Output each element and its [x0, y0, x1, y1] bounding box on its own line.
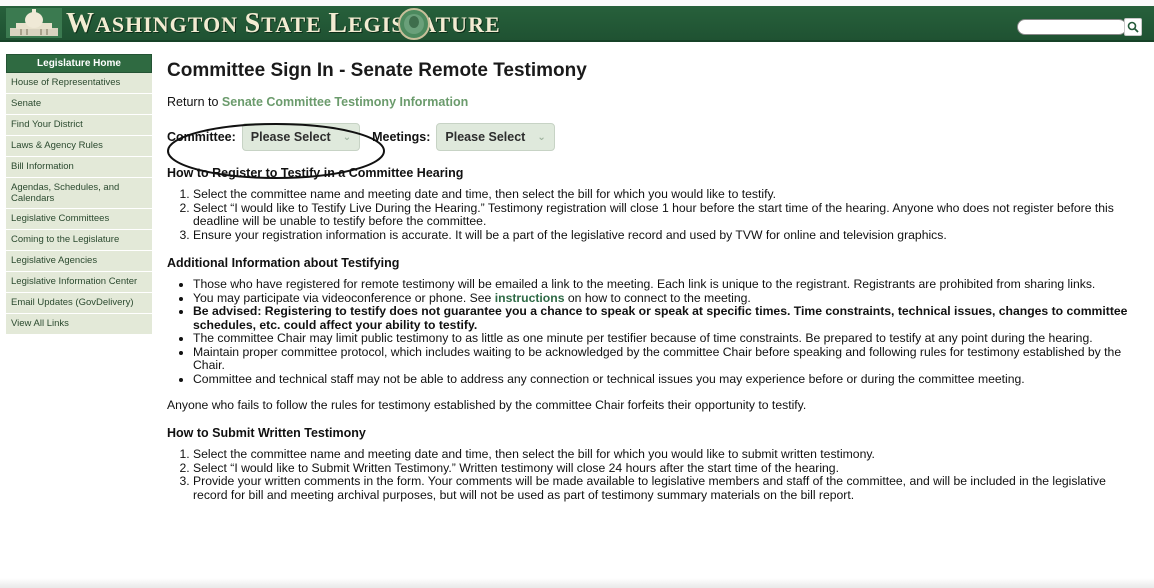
register-steps-list: Select the committee name and meeting da…: [167, 187, 1139, 243]
additional-item-2-suffix: on how to connect to the meeting.: [567, 290, 751, 305]
sidebar-nav: Legislature Home House of Representative…: [6, 54, 152, 335]
sidebar-item-bill-information[interactable]: Bill Information: [6, 157, 152, 178]
register-step: Ensure your registration information is …: [193, 228, 1139, 243]
sidebar-item-view-all-links[interactable]: View All Links: [6, 314, 152, 335]
site-title-tate: tate: [261, 12, 322, 37]
additional-item-advisory: Be advised: Registering to testify does …: [193, 304, 1139, 332]
site-title-l: L: [328, 8, 348, 39]
site-title-s: S: [244, 8, 262, 39]
additional-item-2-prefix: You may participate via videoconference …: [193, 290, 492, 305]
register-step: Select “I would like to Testify Live Dur…: [193, 201, 1139, 229]
additional-item: Committee and technical staff may not be…: [193, 372, 1139, 387]
additional-item: Maintain proper committee protocol, whic…: [193, 345, 1139, 373]
site-title-w: W: [66, 8, 95, 39]
sidebar-item-agencies[interactable]: Legislative Agencies: [6, 251, 152, 272]
written-heading: How to Submit Written Testimony: [167, 426, 366, 440]
sidebar-item-senate[interactable]: Senate: [6, 94, 152, 115]
additional-item: Those who have registered for remote tes…: [193, 277, 1139, 292]
sidebar-item-email-updates[interactable]: Email Updates (GovDelivery): [6, 293, 152, 314]
sidebar-item-coming-to-legislature[interactable]: Coming to the Legislature: [6, 230, 152, 251]
meetings-select-value: Please Select: [445, 130, 526, 144]
search-input[interactable]: [1017, 19, 1127, 35]
page-title: Committee Sign In - Senate Remote Testim…: [167, 60, 587, 81]
written-steps-list: Select the committee name and meeting da…: [167, 447, 1139, 502]
state-seal-icon: [398, 8, 430, 40]
register-step: Select the committee name and meeting da…: [193, 187, 1139, 202]
additional-info-list: Those who have registered for remote tes…: [167, 277, 1139, 387]
sidebar-item-house[interactable]: House of Representatives: [6, 73, 152, 94]
site-title[interactable]: Washington State Legislature: [66, 10, 501, 38]
chevron-down-icon: ⌄: [537, 131, 546, 143]
sidebar-item-legislature-home[interactable]: Legislature Home: [6, 54, 152, 73]
site-title-ashington: ashington: [95, 12, 239, 37]
sidebar-item-agendas[interactable]: Agendas, Schedules, and Calendars: [6, 178, 152, 209]
senate-testimony-info-link[interactable]: Senate Committee Testimony Information: [222, 95, 468, 109]
sidebar-item-committees[interactable]: Legislative Committees: [6, 209, 152, 230]
highlight-circle-annotation: [167, 123, 385, 179]
sidebar-item-find-district[interactable]: Find Your District: [6, 115, 152, 136]
additional-item: You may participate via videoconference …: [193, 290, 1139, 306]
return-line: Return to Senate Committee Testimony Inf…: [167, 95, 1139, 111]
sidebar-item-laws-rules[interactable]: Laws & Agency Rules: [6, 136, 152, 157]
search-button[interactable]: [1124, 18, 1142, 36]
additional-item: The committee Chair may limit public tes…: [193, 331, 1139, 346]
forfeit-note: Anyone who fails to follow the rules for…: [167, 398, 807, 412]
return-prefix: Return to: [167, 95, 219, 109]
written-step: Select “I would like to Submit Written T…: [193, 461, 1139, 476]
site-header: Washington State Legislature: [0, 6, 1154, 42]
instructions-link[interactable]: instructions: [495, 291, 565, 305]
capitol-building-icon[interactable]: [6, 8, 62, 38]
bottom-fade: [0, 578, 1154, 588]
meetings-select[interactable]: Please Select ⌄: [436, 123, 555, 151]
written-step: Provide your written comments in the for…: [193, 474, 1139, 502]
sidebar-item-info-center[interactable]: Legislative Information Center: [6, 272, 152, 293]
search-icon: [1127, 21, 1139, 33]
written-step: Select the committee name and meeting da…: [193, 447, 1139, 462]
additional-heading: Additional Information about Testifying: [167, 256, 400, 270]
